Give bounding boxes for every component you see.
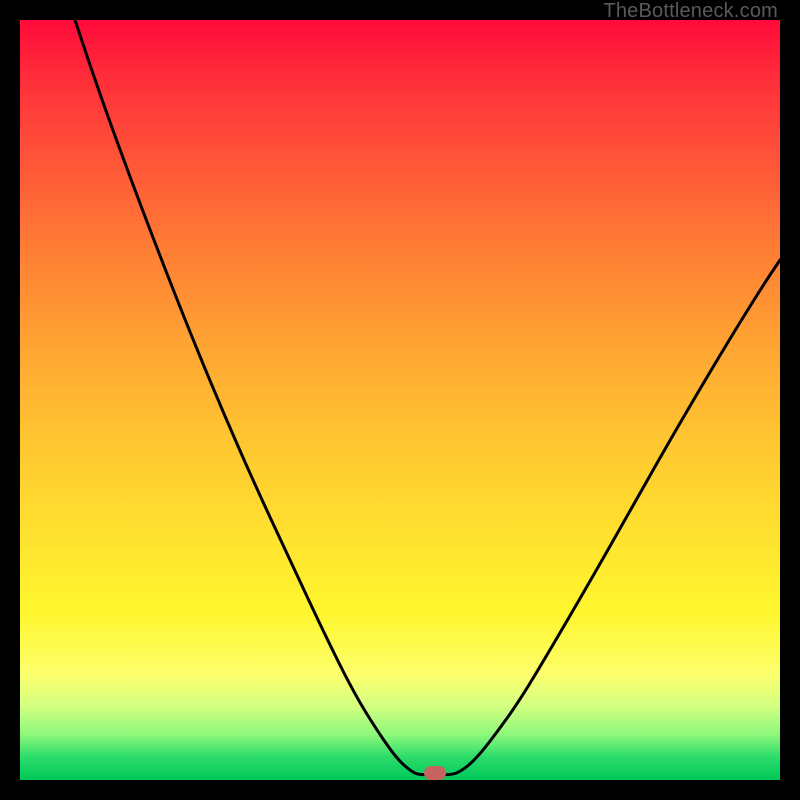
gradient-plot-area: [20, 20, 780, 780]
bottleneck-curve: [20, 20, 780, 780]
chart-frame: TheBottleneck.com: [0, 0, 800, 800]
min-marker: [424, 766, 446, 780]
